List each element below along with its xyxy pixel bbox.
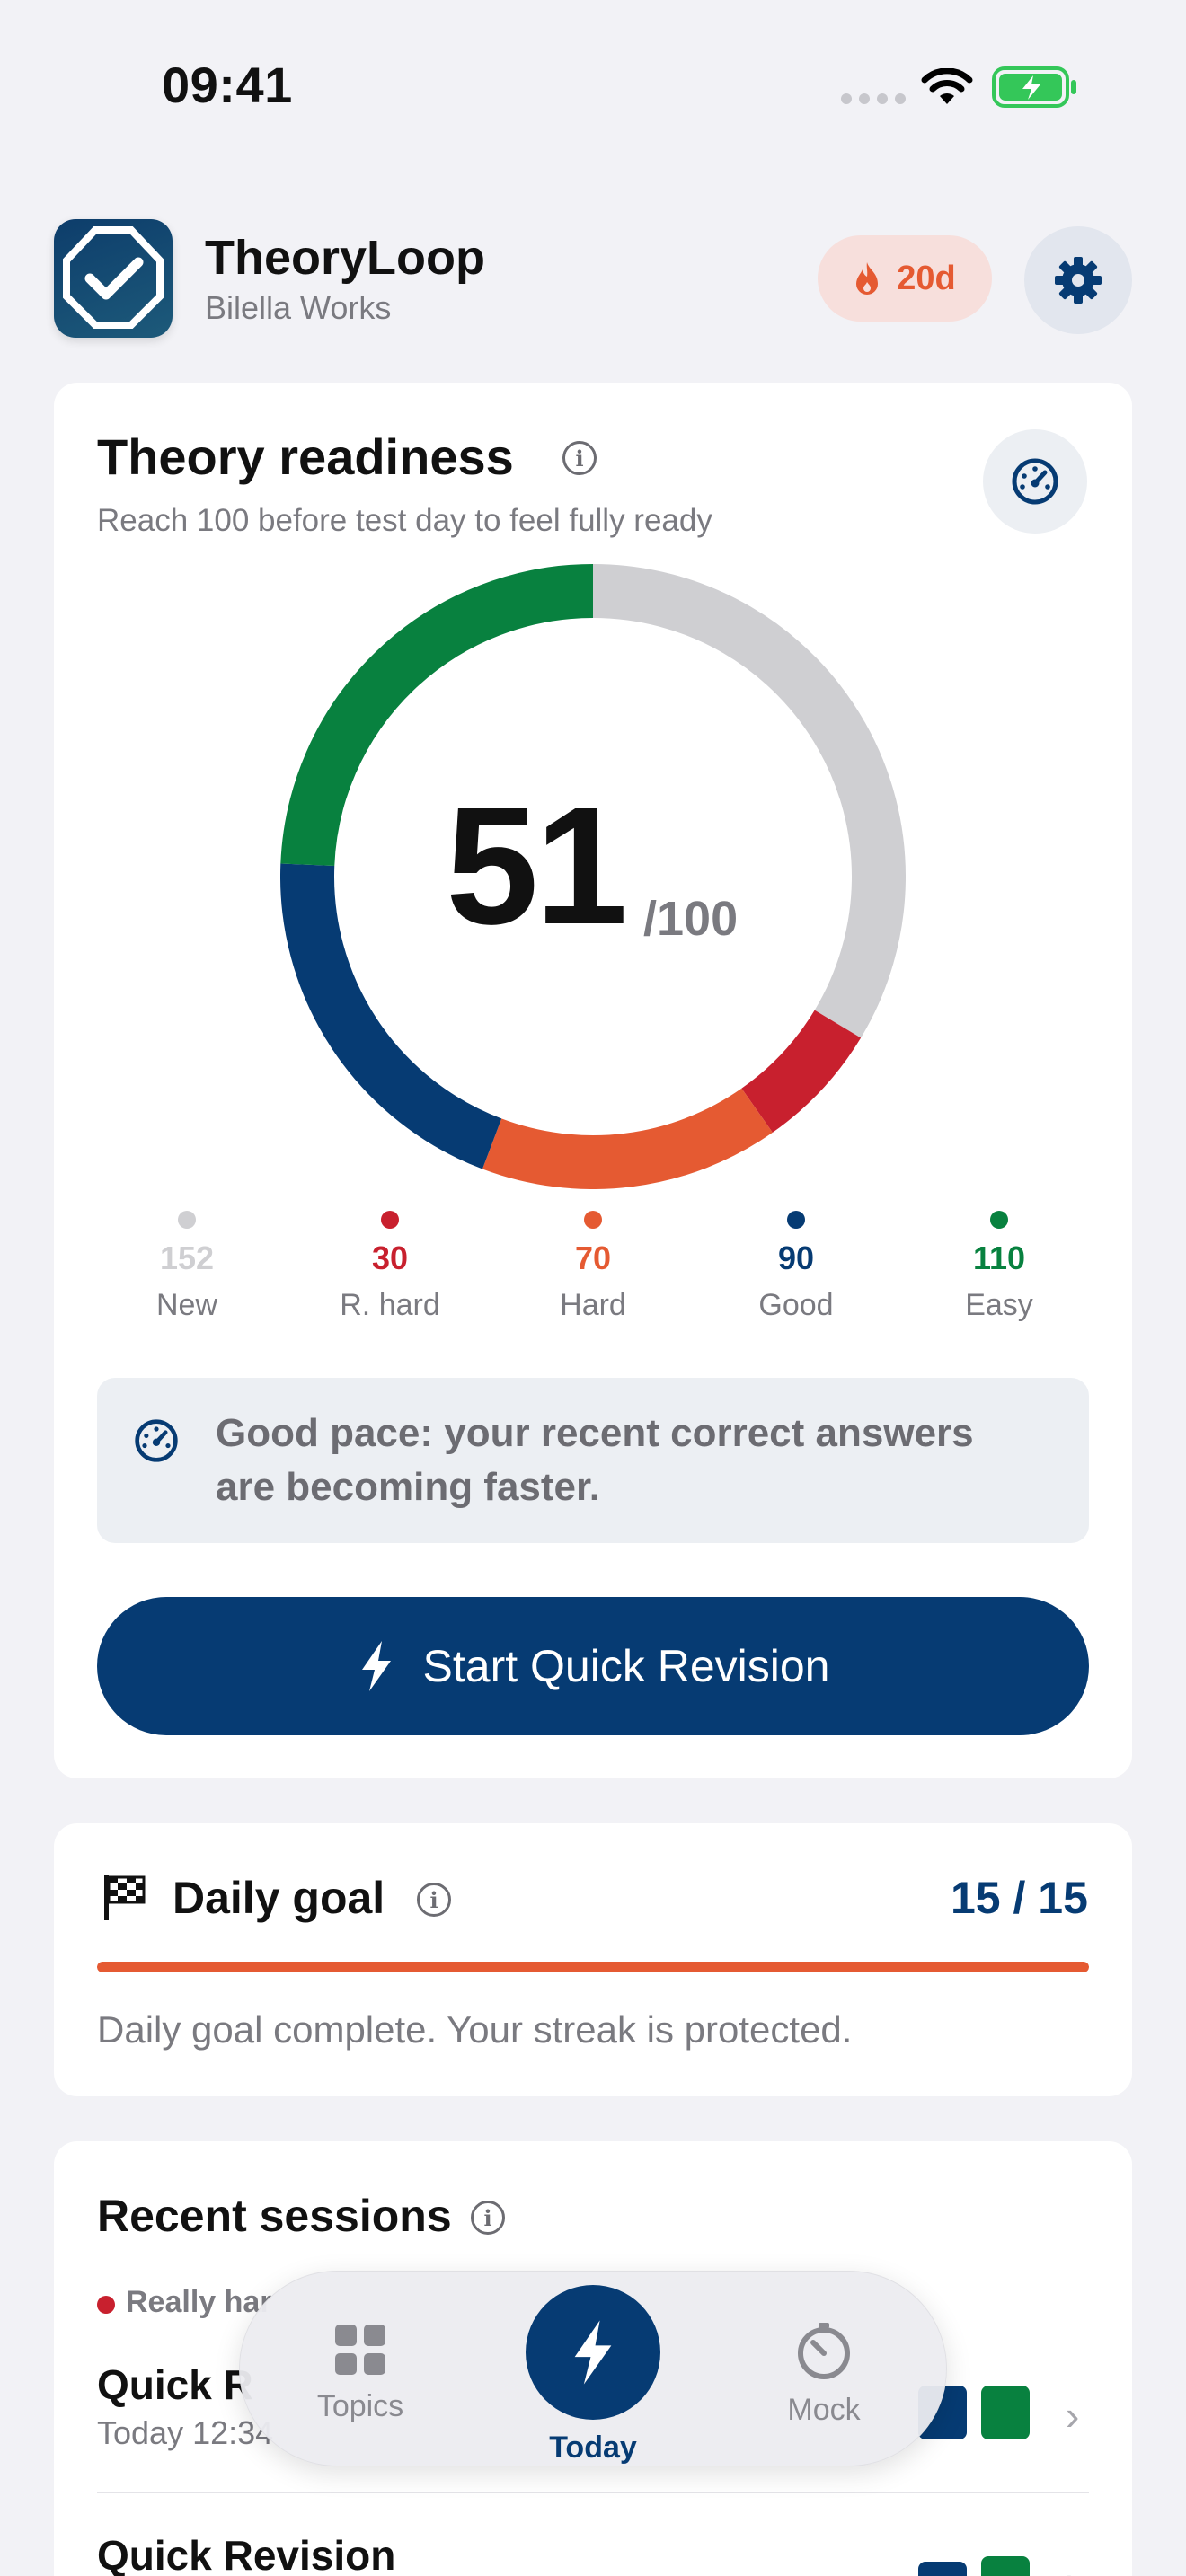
wifi-icon bbox=[921, 68, 973, 104]
daily-goal-count: 15 / 15 bbox=[951, 1873, 1088, 1923]
daily-goal-card bbox=[54, 1823, 1132, 2096]
app-name: TheoryLoop bbox=[205, 231, 485, 285]
app-subtitle: Bilella Works bbox=[205, 289, 392, 326]
today-tab-circle bbox=[526, 2285, 660, 2420]
settings-button[interactable] bbox=[1024, 226, 1132, 334]
legend-label: R. hard bbox=[340, 1288, 440, 1322]
session-title[interactable]: Quick Revision bbox=[97, 2531, 395, 2576]
legend-item-new: 152 New bbox=[97, 1211, 277, 1323]
legend-count: 152 bbox=[159, 1239, 215, 1276]
legend-count: 70 bbox=[574, 1239, 612, 1276]
legend-item-hard: 70 Hard bbox=[503, 1211, 683, 1323]
session-time: Today 12:34 bbox=[97, 2414, 274, 2451]
tab-mock[interactable]: Mock bbox=[766, 2323, 882, 2428]
readiness-score-max: /100 bbox=[643, 892, 739, 946]
readiness-subtitle: Reach 100 before test day to feel fully … bbox=[97, 503, 712, 538]
checkered-flag-icon bbox=[101, 1874, 147, 1927]
tab-label: Mock bbox=[787, 2393, 861, 2427]
legend-item-really-hard: 30 R. hard bbox=[300, 1211, 480, 1323]
recent-sessions-title: Recent sessions bbox=[97, 2191, 452, 2241]
lightning-icon bbox=[361, 1641, 391, 1691]
divider bbox=[97, 2492, 1089, 2493]
legend-label: Hard bbox=[560, 1288, 626, 1322]
donut-segment-new bbox=[592, 564, 906, 1038]
lightning-icon bbox=[574, 2320, 612, 2385]
legend-count: 90 bbox=[777, 1239, 815, 1276]
battery-icon bbox=[992, 66, 1076, 108]
donut-segment-really-hard bbox=[740, 1010, 862, 1133]
session-result-block bbox=[981, 2386, 1030, 2439]
legend-dot bbox=[178, 1211, 196, 1229]
flame-icon bbox=[856, 262, 879, 295]
legend-count: 110 bbox=[972, 1239, 1026, 1276]
readiness-score: 51 bbox=[446, 773, 628, 959]
app-logo bbox=[54, 219, 173, 338]
legend-item-good: 90 Good bbox=[706, 1211, 886, 1323]
legend-count: 30 bbox=[371, 1239, 409, 1276]
chevron-right-icon[interactable]: › bbox=[1066, 2391, 1079, 2439]
readiness-title: Theory readiness bbox=[97, 428, 514, 485]
session-tag: Really har bbox=[126, 2285, 272, 2319]
legend-dot bbox=[381, 1211, 399, 1229]
tab-label: Today bbox=[549, 2430, 637, 2465]
legend-label: Good bbox=[758, 1288, 834, 1322]
chevron-right-icon[interactable]: › bbox=[1066, 2556, 1079, 2576]
legend-dot bbox=[584, 1211, 602, 1229]
legend-dot bbox=[787, 1211, 805, 1229]
daily-goal-title: Daily goal bbox=[173, 1873, 385, 1923]
timer-icon bbox=[798, 2323, 850, 2379]
session-title[interactable]: Quick R bbox=[97, 2360, 253, 2409]
gear-icon bbox=[1055, 257, 1102, 304]
info-icon[interactable]: i bbox=[471, 2201, 505, 2235]
streak-badge[interactable]: 20d bbox=[818, 235, 992, 322]
tab-label: Topics bbox=[316, 2389, 404, 2423]
speedometer-icon bbox=[133, 1417, 180, 1469]
status-time: 09:41 bbox=[162, 57, 293, 113]
info-icon[interactable]: i bbox=[562, 441, 597, 475]
daily-goal-message: Daily goal complete. Your streak is prot… bbox=[97, 2008, 853, 2051]
session-result-block bbox=[981, 2556, 1030, 2576]
daily-goal-progress-fill bbox=[97, 1962, 1089, 1972]
start-quick-revision-label: Start Quick Revision bbox=[422, 1641, 830, 1691]
pace-button[interactable] bbox=[983, 429, 1087, 534]
pace-message: Good pace: your recent correct answers a… bbox=[216, 1411, 974, 1509]
info-icon[interactable]: i bbox=[417, 1883, 451, 1917]
legend-item-easy: 110 Easy bbox=[909, 1211, 1089, 1323]
session-result-block bbox=[918, 2562, 967, 2576]
readiness-legend: 152 New 30 R. hard 70 Hard 90 Good 110 E… bbox=[97, 1211, 1089, 1323]
legend-dot bbox=[990, 1211, 1008, 1229]
streak-value: 20d bbox=[897, 259, 956, 297]
cellular-signal-icon bbox=[841, 93, 906, 104]
start-quick-revision-button[interactable]: Start Quick Revision bbox=[97, 1597, 1089, 1735]
legend-label: Easy bbox=[965, 1288, 1033, 1322]
donut-segment-hard bbox=[482, 1088, 773, 1189]
tab-topics[interactable]: Topics bbox=[302, 2323, 419, 2424]
difficulty-dot bbox=[97, 2296, 115, 2314]
daily-goal-progress-bar bbox=[97, 1962, 1089, 1972]
speedometer-icon bbox=[1012, 458, 1058, 505]
tab-today[interactable]: Today bbox=[503, 2285, 683, 2466]
legend-label: New bbox=[155, 1288, 218, 1322]
grid-icon bbox=[335, 2325, 385, 2375]
